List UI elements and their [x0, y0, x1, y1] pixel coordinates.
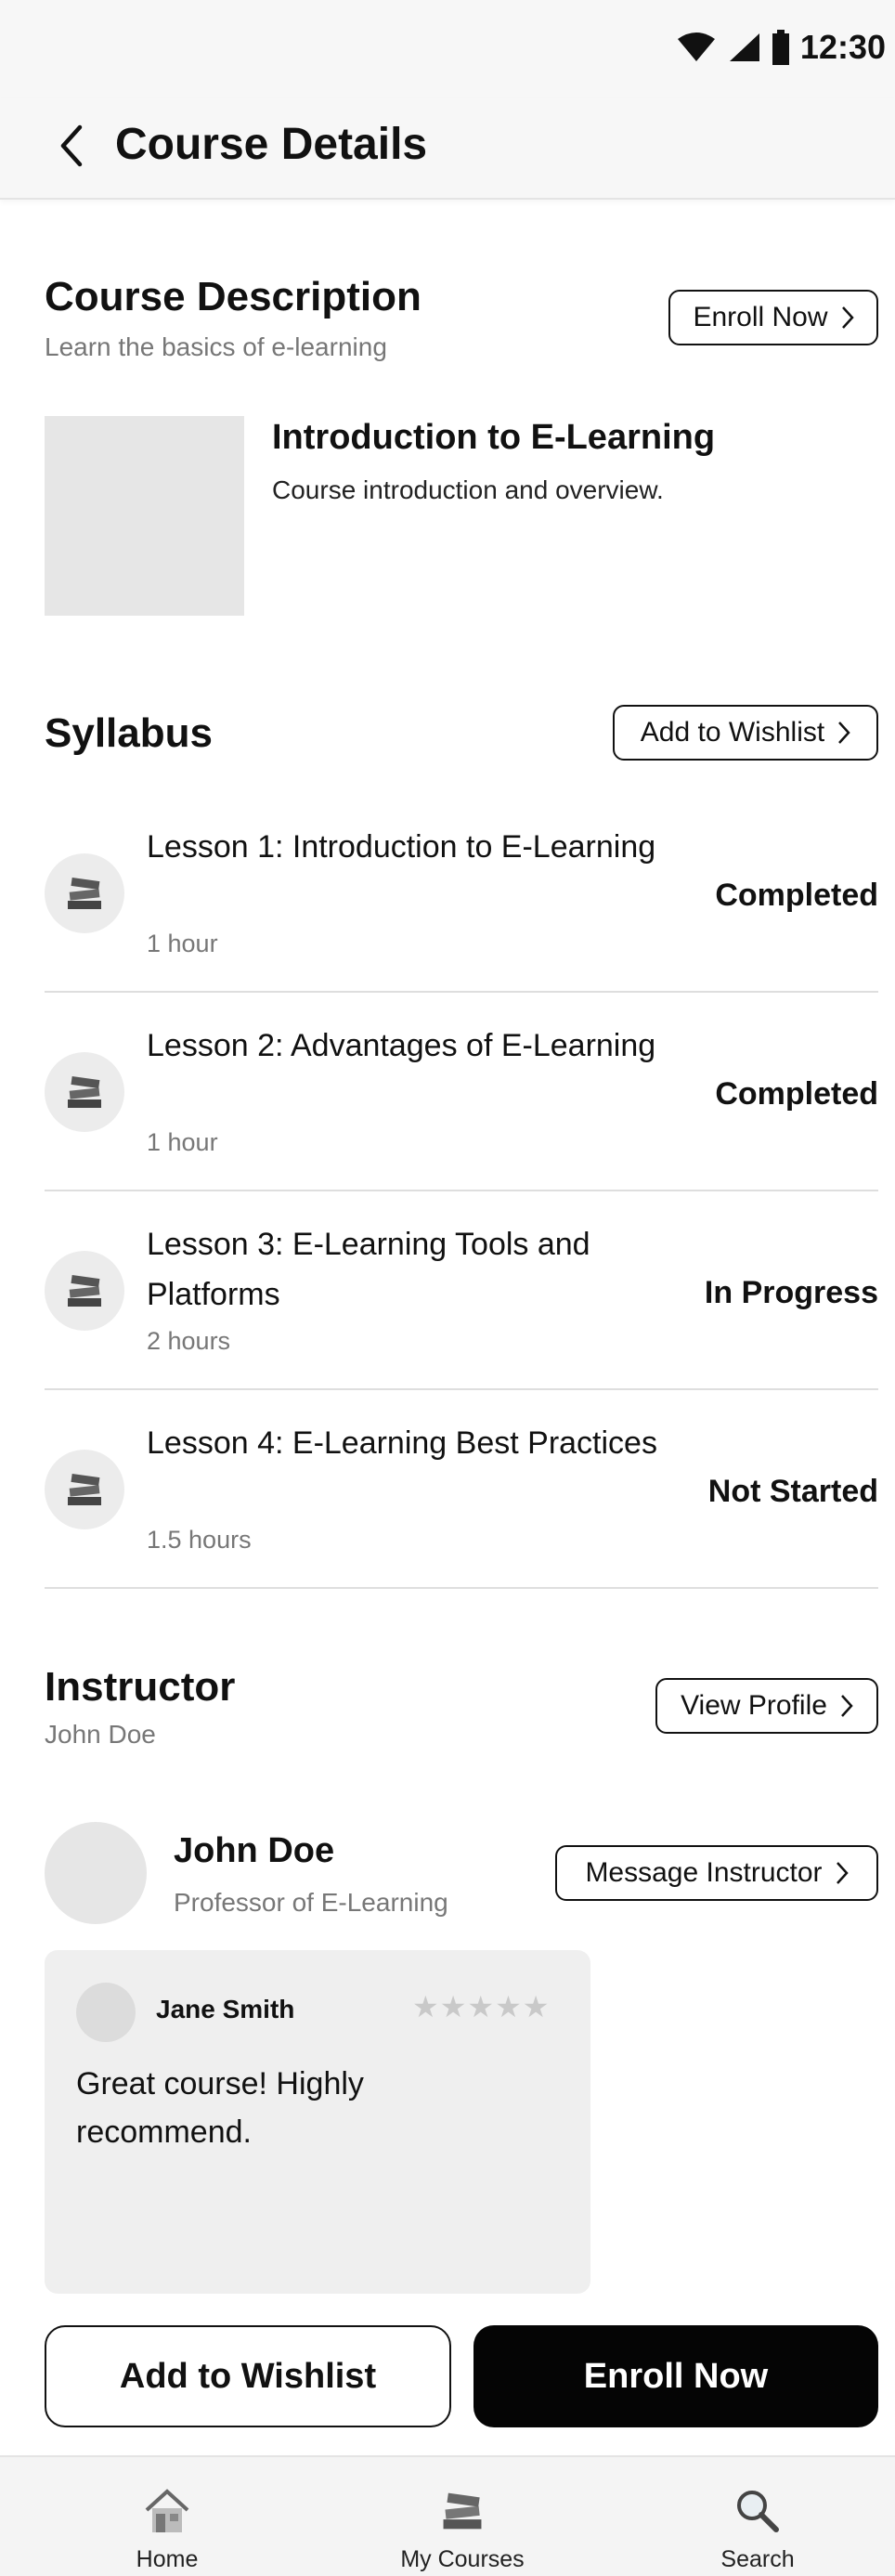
status-bar: 12:30 [0, 0, 895, 98]
nav-search-label: Search [720, 2546, 795, 2572]
chevron-right-icon [841, 306, 854, 329]
lesson-duration: 1.5 hours [147, 1526, 252, 1554]
nav-search[interactable]: Search [655, 2457, 860, 2576]
reviewer-avatar [76, 1983, 136, 2042]
nav-my-courses-label: My Courses [400, 2546, 525, 2572]
wifi-icon [677, 33, 715, 61]
lesson-duration: 1 hour [147, 930, 218, 957]
nav-home[interactable]: Home [65, 2457, 269, 2576]
books-icon [45, 853, 124, 933]
add-to-wishlist-small-label: Add to Wishlist [640, 717, 825, 748]
nav-my-courses[interactable]: My Courses [360, 2457, 564, 2576]
chevron-right-icon [836, 1862, 849, 1884]
status-icons: 12:30 [676, 28, 886, 67]
chevron-right-icon [840, 1695, 853, 1717]
enroll-now-small-label: Enroll Now [693, 302, 828, 332]
add-to-wishlist-small-button[interactable]: Add to Wishlist [613, 705, 878, 761]
battery-icon [772, 30, 789, 65]
syllabus-heading: Syllabus [45, 710, 213, 756]
enroll-now-small-button[interactable]: Enroll Now [668, 290, 878, 345]
view-profile-label: View Profile [681, 1690, 827, 1721]
course-title: Introduction to E-Learning [272, 418, 716, 457]
chevron-left-icon [60, 124, 83, 167]
reviewer-name: Jane Smith [156, 1995, 295, 2023]
lesson-title: Lesson 2: Advantages of E-Learning [147, 1028, 656, 1063]
lesson-title: Lesson 1: Introduction to E-Learning [147, 829, 656, 865]
books-icon [45, 1450, 124, 1529]
lesson-title: Lesson 3: E-Learning Tools and Platforms [147, 1227, 590, 1312]
course-description-heading: Course Description [45, 274, 422, 319]
lesson-status: Not Started [707, 1474, 878, 1509]
instructor-subtitle: John Doe [45, 1720, 156, 1749]
chevron-right-icon [838, 722, 850, 744]
instructor-role: Professor of E-Learning [174, 1888, 448, 1917]
course-summary: Course introduction and overview. [272, 475, 664, 504]
books-icon [45, 1251, 124, 1331]
books-icon [436, 2485, 488, 2537]
add-to-wishlist-button[interactable]: Add to Wishlist [45, 2325, 451, 2427]
back-button[interactable] [45, 118, 100, 174]
status-time: 12:30 [799, 28, 886, 66]
instructor-heading: Instructor [45, 1664, 236, 1710]
home-icon [141, 2485, 193, 2537]
lesson-title: Lesson 4: E-Learning Best Practices [147, 1425, 657, 1461]
message-instructor-button[interactable]: Message Instructor [555, 1845, 878, 1901]
bottom-nav: Home My Courses Search [0, 2455, 895, 2576]
lesson-status: In Progress [704, 1275, 878, 1310]
message-instructor-label: Message Instructor [585, 1857, 823, 1888]
lesson-status: Completed [715, 878, 878, 913]
view-profile-button[interactable]: View Profile [655, 1678, 878, 1734]
enroll-now-button[interactable]: Enroll Now [473, 2325, 878, 2427]
course-description-subtitle: Learn the basics of e-learning [45, 332, 387, 361]
lesson-status: Completed [715, 1076, 878, 1112]
lesson-row[interactable]: Lesson 1: Introduction to E-Learning 1 h… [45, 794, 878, 993]
search-icon [732, 2485, 784, 2537]
review-card: Jane Smith ★★★★★ Great course! Highly re… [45, 1950, 590, 2294]
signal-icon [729, 33, 759, 61]
instructor-avatar [45, 1822, 147, 1924]
review-text: Great course! Highly recommend. [76, 2066, 364, 2150]
lesson-row[interactable]: Lesson 3: E-Learning Tools and Platforms… [45, 1191, 878, 1390]
page-title: Course Details [115, 120, 428, 169]
lesson-row[interactable]: Lesson 4: E-Learning Best Practices 1.5 … [45, 1390, 878, 1589]
app-bar: Course Details [0, 98, 895, 200]
nav-home-label: Home [136, 2546, 199, 2572]
books-icon [45, 1052, 124, 1132]
lesson-row[interactable]: Lesson 2: Advantages of E-Learning 1 hou… [45, 993, 878, 1191]
rating-stars: ★★★★★ [412, 1990, 551, 2023]
course-thumbnail [45, 416, 244, 616]
lesson-duration: 2 hours [147, 1327, 231, 1355]
instructor-name: John Doe [174, 1831, 335, 1870]
lesson-duration: 1 hour [147, 1128, 218, 1156]
